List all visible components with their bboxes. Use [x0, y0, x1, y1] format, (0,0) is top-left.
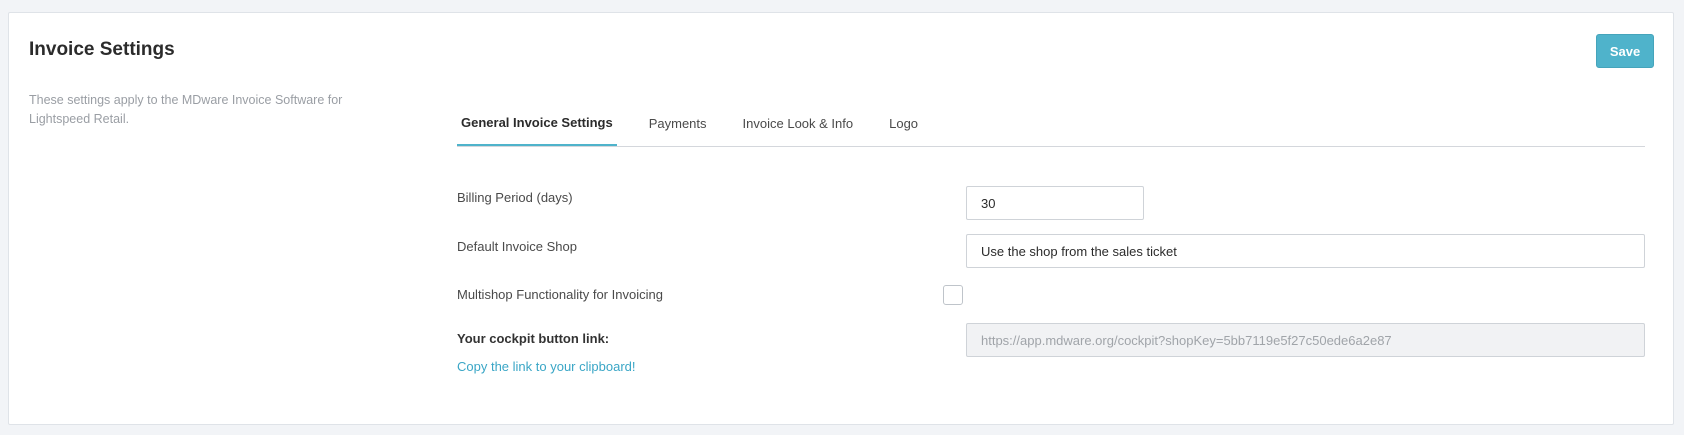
settings-card: Invoice Settings These settings apply to…	[8, 12, 1674, 425]
settings-tabs: General Invoice Settings Payments Invoic…	[457, 101, 1645, 147]
cockpit-link-label: Your cockpit button link:	[457, 331, 610, 346]
default-shop-label: Default Invoice Shop	[457, 239, 577, 254]
tab-invoice-look-info[interactable]: Invoice Look & Info	[739, 101, 858, 146]
save-button[interactable]: Save	[1596, 34, 1654, 68]
billing-period-label: Billing Period (days)	[457, 190, 573, 205]
multishop-label: Multishop Functionality for Invoicing	[457, 287, 663, 302]
cockpit-link-field[interactable]	[966, 323, 1645, 357]
default-shop-input[interactable]	[966, 234, 1645, 268]
settings-description: These settings apply to the MDware Invoi…	[29, 93, 343, 126]
tab-general-invoice-settings[interactable]: General Invoice Settings	[457, 101, 617, 146]
multishop-checkbox[interactable]	[943, 285, 963, 305]
billing-period-input[interactable]	[966, 186, 1144, 220]
tab-logo[interactable]: Logo	[885, 101, 922, 146]
copy-link-button[interactable]: Copy the link to your clipboard!	[457, 359, 635, 374]
tab-payments[interactable]: Payments	[645, 101, 711, 146]
page-title: Invoice Settings	[29, 39, 175, 60]
